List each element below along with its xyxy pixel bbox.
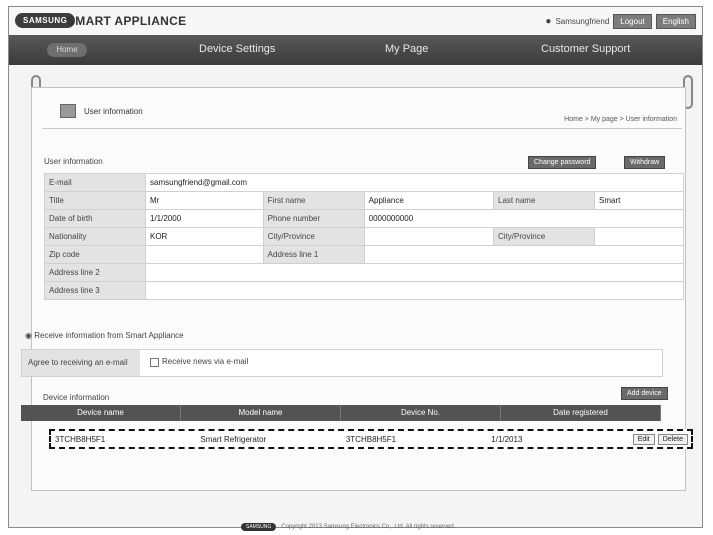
top-bar: SAMSUNG SMART APPLIANCE ● Samsungfriend … (9, 7, 702, 36)
city-label-2: City/Province (493, 227, 596, 246)
device-row[interactable]: 3TCHB8H5F1 Smart Refrigerator 3TCHB8H5F1… (49, 429, 693, 449)
logout-button[interactable]: Logout (613, 14, 652, 29)
promo-text: Receive news via e-mail (162, 357, 249, 366)
email-label: E-mail (44, 173, 146, 192)
promo-label: Agree to receiving an e-mail (22, 350, 140, 376)
phone-label: Phone number (262, 209, 365, 228)
user-name: Samsungfriend (555, 17, 610, 26)
first-name-label: First name (262, 191, 365, 210)
user-icon: ● (545, 16, 552, 27)
footer-logo: SAMSUNG (241, 523, 277, 531)
radio-icon[interactable]: ◉ (25, 331, 32, 340)
dob-label: Date of birth (44, 209, 146, 228)
language-button[interactable]: English (655, 14, 696, 29)
marketing-option-text: Receive information from Smart Appliance (34, 331, 184, 340)
nav-home-button[interactable]: Home (47, 43, 87, 57)
title-value: Mr (145, 191, 264, 210)
device-section-title: Device information (43, 393, 110, 402)
app-window: SAMSUNG SMART APPLIANCE ● Samsungfriend … (8, 6, 703, 531)
last-name-label: Last name (493, 191, 596, 210)
table-row: Address line 3 (44, 281, 684, 300)
table-row: Date of birth 1/1/2000 Phone number 0000… (44, 209, 685, 228)
zip-label: Zip code (44, 245, 146, 264)
nav-customer-support[interactable]: Customer Support (541, 43, 630, 55)
add-device-button[interactable]: Add device (621, 387, 668, 400)
nationality-label: Nationality (44, 227, 146, 246)
page-title: User information (84, 107, 143, 116)
table-row: Title Mr First name Appliance Last name … (44, 191, 684, 210)
user-bar: ● Samsungfriend Logout English (545, 14, 696, 29)
phone-value: 0000000000 (363, 209, 685, 228)
table-row: E-mail samsungfriend@gmail.com (44, 173, 684, 192)
device-date: 1/1/2013 (491, 434, 523, 444)
table-row: Zip code Address line 1 (44, 245, 685, 264)
nav-device-settings[interactable]: Device Settings (199, 43, 275, 55)
user-section-title: User information (44, 157, 103, 166)
city-value-2 (594, 227, 684, 246)
footer: SAMSUNG Copyright 2013 Samsung Electroni… (241, 523, 455, 531)
header-device-name: Device name (21, 405, 181, 421)
change-password-button[interactable]: Change password (528, 156, 597, 169)
header-date-registered: Date registered (501, 405, 661, 421)
delete-device-button[interactable]: Delete (657, 433, 688, 445)
nationality-value: KOR (145, 227, 264, 246)
nav-my-page[interactable]: My Page (385, 43, 428, 55)
email-value: samsungfriend@gmail.com (145, 173, 684, 192)
device-table-header: Device name Model name Device No. Date r… (21, 405, 661, 421)
promo-row: Agree to receiving an e-mail Receive new… (21, 349, 663, 377)
header-model-name: Model name (181, 405, 341, 421)
breadcrumb[interactable]: Home > My page > User information (564, 116, 677, 123)
address2-label: Address line 2 (44, 263, 146, 282)
address1-label: Address line 1 (262, 245, 365, 264)
panel-header: User information Home > My page > User i… (32, 88, 685, 128)
device-model: Smart Refrigerator (200, 434, 267, 444)
table-row: Nationality KOR City/Province City/Provi… (44, 227, 684, 246)
user-info-table: E-mail samsungfriend@gmail.com Title Mr … (44, 173, 685, 300)
marketing-option: ◉ Receive information from Smart Applian… (25, 331, 184, 340)
brand-title: SMART APPLIANCE (67, 14, 187, 28)
dob-value: 1/1/2000 (145, 209, 264, 228)
device-name: 3TCHB8H5F1 (55, 434, 106, 444)
device-number: 3TCHB8H5F1 (345, 434, 397, 444)
main-nav: Home Device Settings My Page Customer Su… (9, 35, 702, 65)
city-label: City/Province (262, 227, 365, 246)
edit-device-button[interactable]: Edit (632, 433, 655, 445)
title-label: Title (44, 191, 146, 210)
copyright-text: Copyright 2013 Samsung Electronics Co., … (281, 524, 456, 530)
city-value (363, 227, 495, 246)
first-name-value: Appliance (363, 191, 495, 210)
table-row: Address line 2 (44, 263, 684, 282)
email-checkbox[interactable] (150, 358, 159, 367)
withdraw-button[interactable]: Withdraw (624, 156, 666, 169)
last-name-value: Smart (594, 191, 684, 210)
header-device-no: Device No. (341, 405, 501, 421)
header-divider (42, 128, 682, 129)
user-info-icon (60, 104, 76, 118)
address3-label: Address line 3 (44, 281, 146, 300)
